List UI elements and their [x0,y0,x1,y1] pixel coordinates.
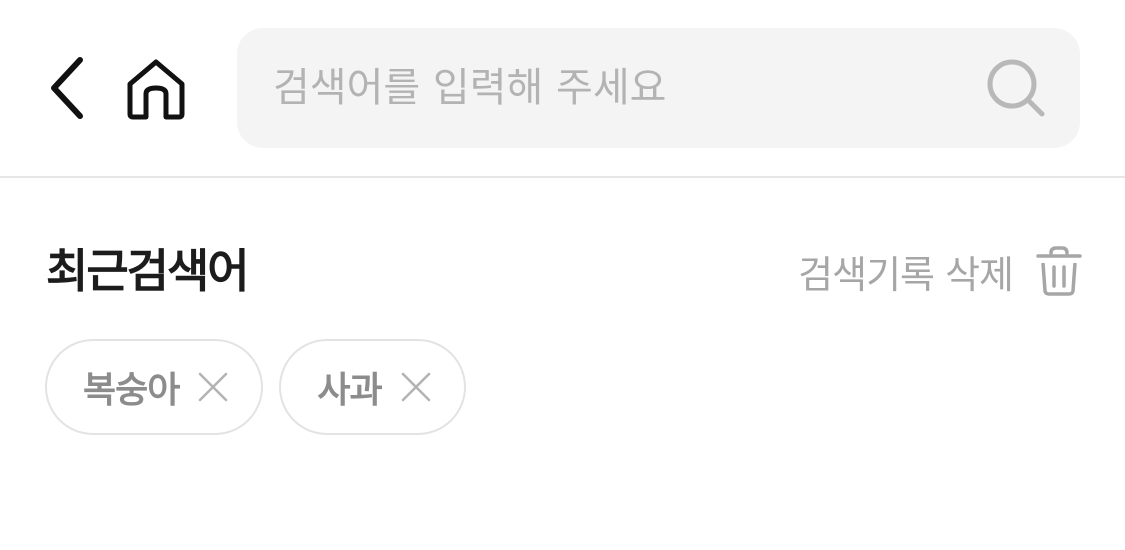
home-button[interactable] [116,50,196,126]
chevron-left-icon [51,57,83,119]
remove-chip-button[interactable] [398,369,434,405]
recent-search-chip-label: 복숭아 [83,370,180,411]
recent-search-list: 복숭아 사과 [45,339,466,435]
recent-searches-title: 최근검색어 [46,244,250,298]
recent-search-chip[interactable]: 복숭아 [45,339,264,435]
clear-history-label: 검색기록 삭제 [798,252,1014,297]
trash-icon [1036,246,1082,296]
search-bar [237,28,1080,148]
header [0,0,1125,178]
search-input[interactable] [273,28,963,148]
recent-search-chip-label: 사과 [317,370,382,411]
recent-search-chip[interactable]: 사과 [279,339,466,435]
clear-history-button[interactable]: 검색기록 삭제 [798,236,1083,306]
back-button[interactable] [38,50,98,126]
home-icon [127,59,185,120]
search-icon [987,59,1045,117]
search-screen: 최근검색어 검색기록 삭제 복숭아 사과 [0,0,1125,550]
close-icon [401,372,430,402]
search-button[interactable] [982,54,1050,122]
close-icon [199,372,228,402]
remove-chip-button[interactable] [195,369,231,405]
